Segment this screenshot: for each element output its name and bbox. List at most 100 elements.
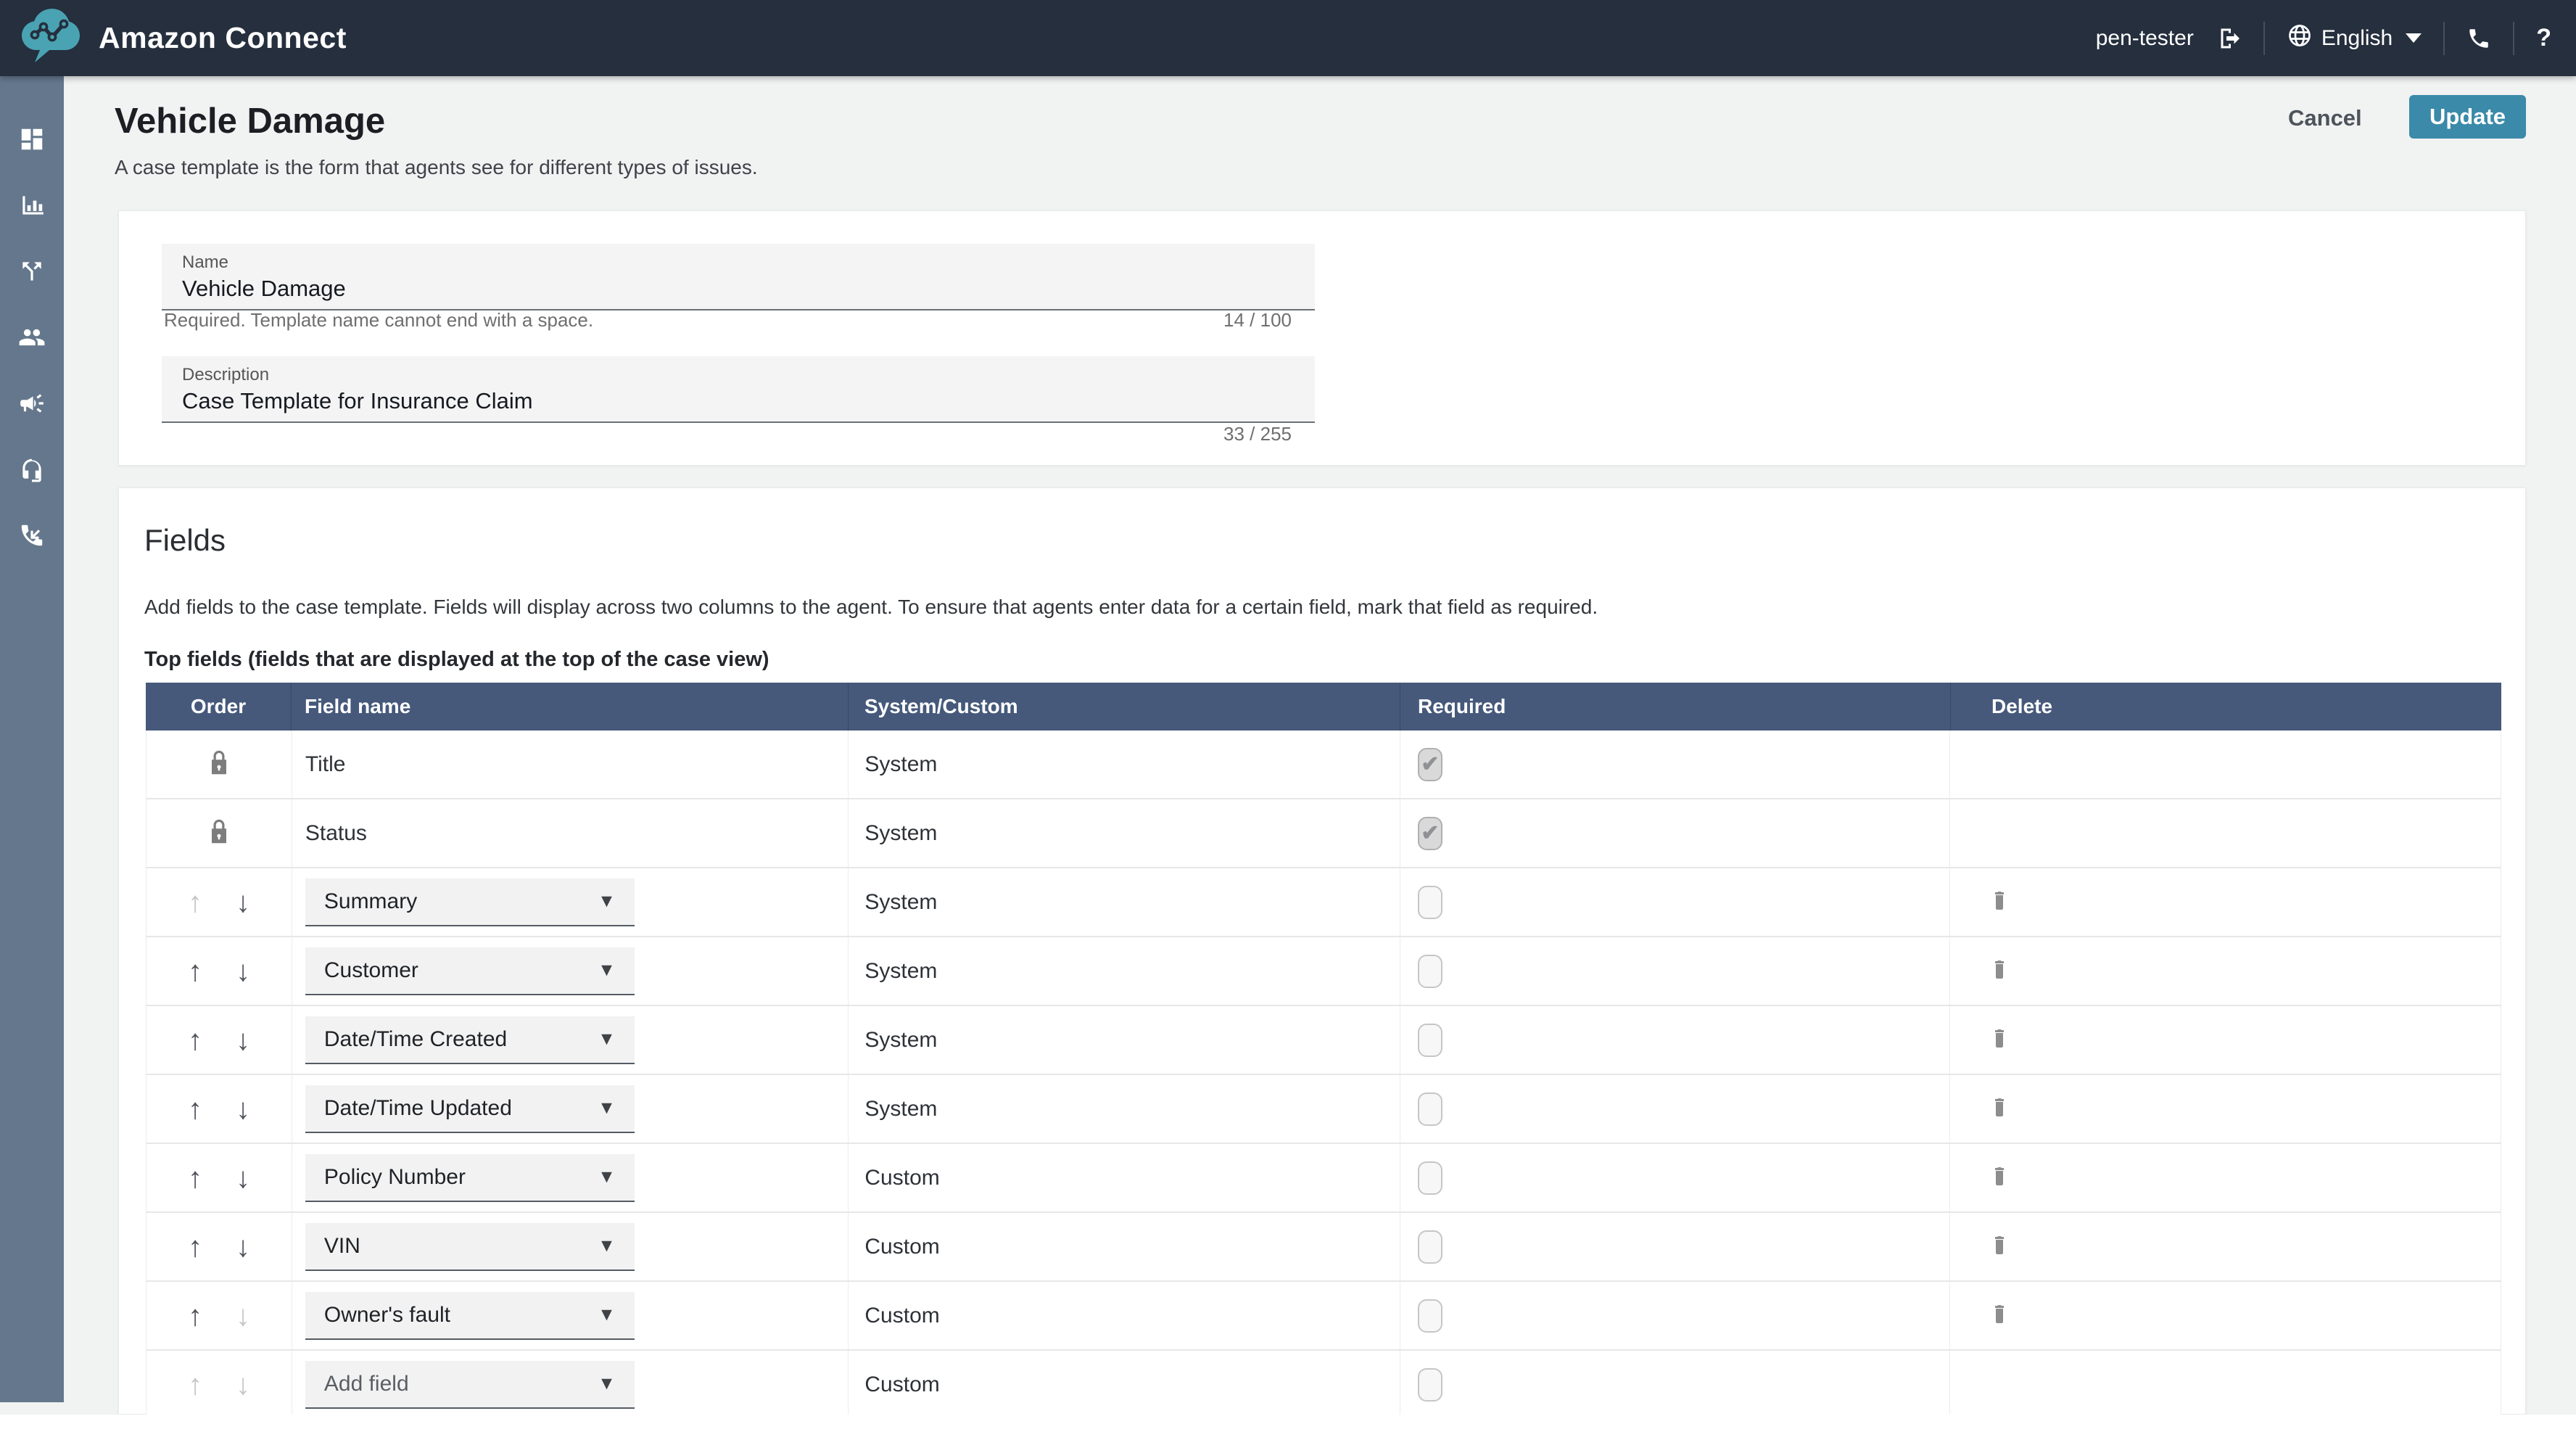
- required-checkbox[interactable]: [1417, 1161, 1442, 1195]
- delete-icon[interactable]: [1991, 958, 2008, 984]
- move-up-icon[interactable]: ↑: [188, 1164, 202, 1193]
- select-caret-icon: ▼: [598, 1098, 616, 1118]
- description-input[interactable]: [162, 356, 1315, 423]
- lock-icon: [208, 749, 230, 779]
- system-custom-label: System: [864, 889, 938, 914]
- sidebar: [0, 76, 64, 1402]
- move-up-icon[interactable]: ↑: [188, 1233, 202, 1262]
- move-down-icon[interactable]: ↓: [236, 888, 250, 917]
- table-row-summary: ↑ ↓ Summary ▼ System: [146, 868, 2501, 937]
- system-custom-label: System: [864, 958, 938, 983]
- cancel-button[interactable]: Cancel: [2288, 105, 2362, 131]
- app-header: Amazon Connect pen-tester English ?: [0, 0, 2576, 76]
- select-caret-icon: ▼: [598, 1373, 616, 1394]
- sidebar-item-announcements[interactable]: [18, 390, 46, 417]
- required-checkbox: [1417, 816, 1442, 850]
- page-subtitle: A case template is the form that agents …: [115, 156, 758, 178]
- phone-icon[interactable]: [2466, 26, 2491, 51]
- field-select[interactable]: Date/Time Updated ▼: [305, 1085, 635, 1133]
- brand: Amazon Connect: [0, 4, 347, 72]
- move-down-icon[interactable]: ↓: [236, 1026, 250, 1055]
- table-row-policy-number: ↑ ↓ Policy Number ▼ Custom: [146, 1144, 2501, 1213]
- select-caret-icon: ▼: [598, 1235, 616, 1256]
- move-down-icon[interactable]: ↓: [236, 1233, 250, 1262]
- column-header-required: Required: [1400, 683, 1950, 731]
- delete-icon[interactable]: [1991, 1095, 2008, 1122]
- system-custom-label: Custom: [864, 1165, 940, 1190]
- delete-icon[interactable]: [1991, 1026, 2008, 1053]
- move-up-icon[interactable]: ↑: [188, 1095, 202, 1124]
- field-select[interactable]: Owner's fault ▼: [305, 1291, 635, 1340]
- system-custom-label: System: [864, 1027, 938, 1052]
- template-details-card: Name Required. Template name cannot end …: [118, 210, 2526, 466]
- required-checkbox[interactable]: [1417, 1023, 1442, 1057]
- required-checkbox[interactable]: [1417, 1092, 1442, 1126]
- required-checkbox[interactable]: [1417, 954, 1442, 988]
- sidebar-item-metrics[interactable]: [18, 192, 46, 219]
- required-checkbox: [1417, 747, 1442, 781]
- name-char-counter: 14 / 100: [1223, 309, 1292, 331]
- sidebar-item-users[interactable]: [18, 324, 46, 351]
- table-row-add-field: ↑ ↓ Add field ▼ Custom: [146, 1351, 2501, 1415]
- fields-section-description: Add fields to the case template. Fields …: [144, 596, 1598, 618]
- globe-icon: [2287, 22, 2313, 54]
- required-checkbox[interactable]: [1417, 885, 1442, 919]
- system-custom-label: System: [864, 752, 938, 776]
- required-checkbox[interactable]: [1417, 1367, 1442, 1402]
- sidebar-item-agent-headset[interactable]: [18, 456, 46, 483]
- field-select[interactable]: Customer ▼: [305, 947, 635, 995]
- sidebar-item-dashboard[interactable]: [18, 125, 46, 153]
- name-input[interactable]: [162, 244, 1315, 310]
- system-custom-label: Custom: [864, 1234, 940, 1259]
- sidebar-item-routing[interactable]: [18, 258, 46, 285]
- select-caret-icon: ▼: [598, 1166, 616, 1187]
- add-field-select[interactable]: Add field ▼: [305, 1360, 635, 1409]
- move-down-icon: ↓: [235, 1299, 250, 1332]
- field-select[interactable]: VIN ▼: [305, 1222, 635, 1271]
- update-button[interactable]: Update: [2409, 95, 2526, 139]
- delete-icon[interactable]: [1991, 889, 2008, 915]
- move-up-icon: ↑: [187, 1368, 202, 1401]
- username-label: pen-tester: [2095, 25, 2194, 50]
- required-checkbox[interactable]: [1417, 1230, 1442, 1264]
- table-row-owners-fault: ↑ ↓ Owner's fault ▼ Custom: [146, 1282, 2501, 1351]
- field-name-label: Status: [305, 820, 367, 845]
- move-up-icon[interactable]: ↑: [188, 1026, 202, 1055]
- move-up-icon[interactable]: ↑: [188, 957, 202, 986]
- select-caret-icon: ▼: [598, 1304, 616, 1325]
- logout-icon[interactable]: [2216, 25, 2242, 52]
- move-up-icon[interactable]: ↑: [188, 1301, 202, 1330]
- help-icon[interactable]: ?: [2536, 24, 2551, 52]
- move-down-icon[interactable]: ↓: [236, 957, 250, 986]
- brand-title: Amazon Connect: [99, 21, 347, 54]
- select-caret-icon: ▼: [598, 891, 616, 911]
- table-row-date-time-updated: ↑ ↓ Date/Time Updated ▼ System: [146, 1075, 2501, 1144]
- move-down-icon[interactable]: ↓: [236, 1095, 250, 1124]
- table-row-title: Title System: [146, 731, 2501, 799]
- select-caret-icon: ▼: [598, 960, 616, 980]
- header-divider: [2513, 21, 2515, 55]
- field-select[interactable]: Policy Number ▼: [305, 1153, 635, 1202]
- delete-icon[interactable]: [1991, 1233, 2008, 1260]
- header-divider: [2443, 21, 2445, 55]
- lock-icon: [208, 818, 230, 848]
- fields-table: Order Field name System/Custom Required …: [146, 683, 2501, 1415]
- app-body: Vehicle Damage A case template is the fo…: [0, 76, 2576, 1415]
- amazon-connect-logo-icon: [19, 4, 86, 72]
- move-down-icon[interactable]: ↓: [236, 1164, 250, 1193]
- delete-icon[interactable]: [1991, 1164, 2008, 1191]
- fields-section-title: Fields: [144, 523, 226, 557]
- select-caret-icon: ▼: [598, 1029, 616, 1049]
- column-header-field-name: Field name: [291, 683, 848, 731]
- field-select[interactable]: Summary ▼: [305, 878, 635, 926]
- move-up-icon: ↑: [187, 886, 202, 918]
- column-header-order: Order: [190, 695, 247, 717]
- language-label: English: [2321, 25, 2393, 50]
- sidebar-item-phone-calls[interactable]: [18, 522, 46, 549]
- language-menu[interactable]: English: [2287, 22, 2422, 54]
- required-checkbox[interactable]: [1417, 1299, 1442, 1333]
- name-helper-text: Required. Template name cannot end with …: [164, 309, 594, 331]
- delete-icon[interactable]: [1991, 1302, 2008, 1329]
- move-down-icon: ↓: [235, 1368, 250, 1401]
- field-select[interactable]: Date/Time Created ▼: [305, 1016, 635, 1064]
